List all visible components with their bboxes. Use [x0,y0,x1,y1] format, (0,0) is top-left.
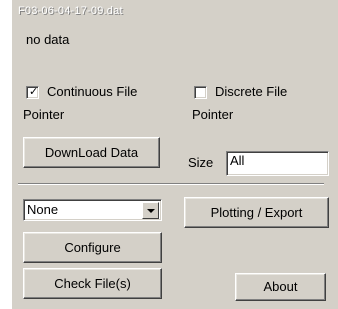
chevron-down-icon[interactable] [142,202,159,219]
discrete-pointer-label: Discrete File [215,84,288,99]
data-status: no data [26,32,70,47]
about-button[interactable]: About [235,273,326,301]
continuous-pointer-checkbox[interactable]: ✓ [26,85,39,99]
download-data-button[interactable]: DownLoad Data [23,137,160,168]
size-label: Size [188,155,214,170]
file-name: F03-06-04-17-09.dat [18,5,123,17]
check-files-button[interactable]: Check File(s) [23,268,162,299]
divider [18,183,324,185]
continuous-pointer-label-2: Pointer [23,107,65,122]
size-input[interactable]: All [226,151,329,176]
continuous-pointer-label: Continuous File [47,84,138,99]
plot-type-select[interactable]: None [23,199,162,221]
discrete-pointer-checkbox[interactable] [194,86,207,99]
plot-type-value: None [27,202,59,217]
discrete-pointer-label-2: Pointer [192,107,234,122]
plotting-export-button[interactable]: Plotting / Export [184,197,329,228]
configure-button[interactable]: Configure [23,232,162,263]
check-icon: ✓ [29,85,39,98]
control-panel: F03-06-04-17-09.dat no data ✓ Continuous… [12,0,338,309]
